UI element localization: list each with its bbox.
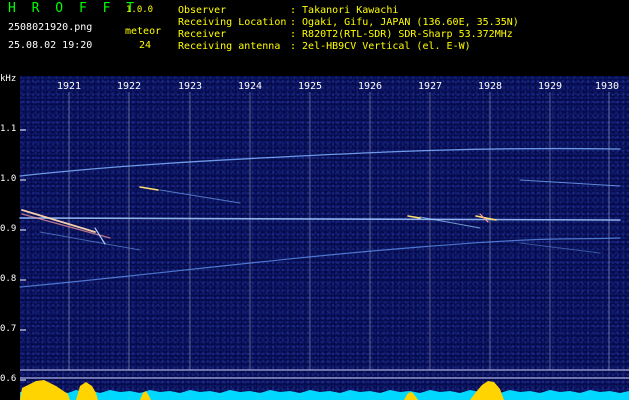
x-tick-label: 1926 bbox=[357, 81, 383, 92]
spectrogram-overlay bbox=[19, 92, 629, 400]
meteor-echo bbox=[139, 186, 159, 191]
x-tick-label: 1921 bbox=[56, 81, 82, 92]
signal-trace bbox=[19, 217, 621, 221]
y-tick-label: 1.0 bbox=[0, 174, 17, 184]
x-tick-label: 1930 bbox=[594, 81, 620, 92]
x-tick-label: 1929 bbox=[537, 81, 563, 92]
y-tick-label: 1.1 bbox=[0, 124, 17, 134]
signal-trace bbox=[19, 237, 621, 288]
meteor-burst bbox=[20, 380, 70, 400]
meteor-echo bbox=[407, 215, 421, 219]
signal-trace bbox=[39, 231, 141, 251]
x-tick-label: 1924 bbox=[237, 81, 263, 92]
signal-trace bbox=[159, 189, 241, 204]
x-tick-label: 1927 bbox=[417, 81, 443, 92]
y-tick-label: 0.8 bbox=[0, 274, 17, 284]
meteor-burst bbox=[470, 381, 504, 400]
signal-trace bbox=[519, 242, 601, 254]
x-tick-label: 1922 bbox=[116, 81, 142, 92]
signal-trace bbox=[519, 179, 621, 187]
baseline-spectrum bbox=[20, 390, 629, 400]
y-tick-label: 0.9 bbox=[0, 224, 17, 234]
x-tick-label: 1923 bbox=[177, 81, 203, 92]
y-tick-label: 0.6 bbox=[0, 374, 17, 384]
meteor-echo bbox=[21, 209, 96, 233]
signal-trace bbox=[19, 147, 621, 177]
x-tick-label: 1928 bbox=[477, 81, 503, 92]
x-tick-label: 1925 bbox=[297, 81, 323, 92]
y-tick-label: 0.7 bbox=[0, 324, 17, 334]
meteor-burst bbox=[76, 382, 98, 400]
